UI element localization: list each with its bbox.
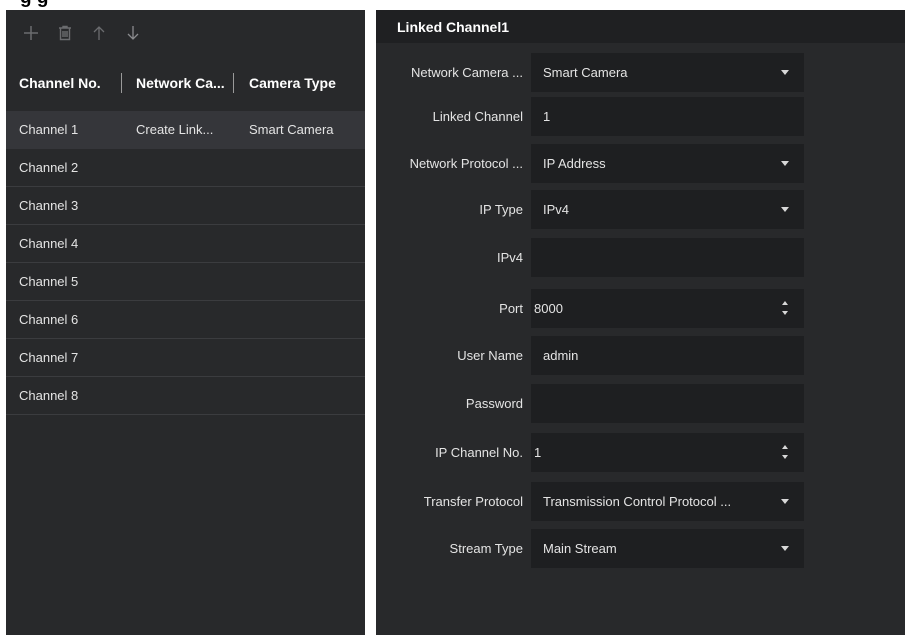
network-camera-label: Network Camera ... [411,65,523,80]
channel-cell: Channel 4 [19,236,79,251]
linked-channel-row: Linked Channel 1 [376,97,905,136]
add-button[interactable] [15,17,47,49]
arrow-up-icon [93,25,105,40]
ip-type-select[interactable]: IPv4 [531,190,804,229]
ip-type-label: IP Type [479,202,523,217]
channel-cell: Channel 3 [19,198,79,213]
table-row[interactable]: Channel 1 Create Link... Smart Camera [6,111,365,149]
ipv4-row: IPv4 [376,238,905,277]
table-row[interactable]: Channel 6 [6,301,365,339]
transfer-protocol-select[interactable]: Transmission Control Protocol ... [531,482,804,521]
chevron-down-icon [781,207,789,212]
stream-type-select[interactable]: Main Stream [531,529,804,568]
plus-icon [24,25,38,40]
linked-channel-panel: Linked Channel1 Network Camera ... Smart… [376,10,905,635]
user-name-input[interactable]: admin [531,336,804,375]
chevron-down-icon [781,546,789,551]
linked-channel-field[interactable]: 1 [531,97,804,136]
transfer-protocol-row: Transfer Protocol Transmission Control P… [376,482,905,521]
channel-table-body: Channel 1 Create Link... Smart Camera Ch… [6,111,365,415]
network-protocol-row: Network Protocol ... IP Address [376,144,905,183]
column-header-channel-no[interactable]: Channel No. [6,71,122,95]
user-name-label: User Name [457,348,523,363]
password-label: Password [465,396,523,411]
toolbar [6,10,365,55]
channel-list-panel: Channel No. Network Ca... Camera Type Ch… [6,10,365,635]
table-row[interactable]: Channel 2 [6,149,365,187]
password-row: Password [376,384,905,423]
camera-type-cell: Smart Camera [249,122,334,137]
network-cell: Create Link... [136,122,214,137]
stream-type-row: Stream Type Main Stream [376,529,905,568]
channel-cell: Channel 7 [19,350,79,365]
arrow-down-icon [127,25,139,40]
table-row[interactable]: Channel 8 [6,377,365,415]
table-header: Channel No. Network Ca... Camera Type [6,55,365,111]
network-camera-row: Network Camera ... Smart Camera [376,53,905,92]
ip-channel-no-label: IP Channel No. [435,445,523,460]
spinner-icon[interactable] [782,445,790,461]
network-protocol-select[interactable]: IP Address [531,144,804,183]
delete-button[interactable] [49,17,81,49]
user-name-row: User Name admin [376,336,905,375]
channel-cell: Channel 8 [19,388,79,403]
cropped-heading-text: g g [20,0,49,9]
chevron-down-icon [781,499,789,504]
ip-type-row: IP Type IPv4 [376,190,905,229]
port-stepper[interactable]: 8000 [531,289,804,328]
table-row[interactable]: Channel 3 [6,187,365,225]
network-protocol-label: Network Protocol ... [409,156,523,171]
chevron-down-icon [781,161,789,166]
port-label: Port [499,301,523,316]
trash-icon [59,25,71,40]
channel-cell: Channel 6 [19,312,79,327]
table-row[interactable]: Channel 4 [6,225,365,263]
move-down-button[interactable] [117,17,149,49]
stream-type-label: Stream Type [449,541,523,556]
channel-cell: Channel 5 [19,274,79,289]
ipv4-input[interactable] [531,238,804,277]
chevron-down-icon [781,70,789,75]
spinner-icon[interactable] [782,301,790,317]
ipv4-label: IPv4 [496,250,523,265]
network-camera-select[interactable]: Smart Camera [531,53,804,92]
move-up-button[interactable] [83,17,115,49]
column-header-camera-type[interactable]: Camera Type [234,71,365,95]
table-row[interactable]: Channel 7 [6,339,365,377]
linked-channel-label: Linked Channel [432,109,523,124]
cropped-heading: g g [0,0,905,10]
transfer-protocol-label: Transfer Protocol [423,494,523,509]
ip-channel-no-stepper[interactable]: 1 [531,433,804,472]
column-header-network-camera[interactable]: Network Ca... [122,71,234,95]
channel-cell: Channel 1 [19,122,79,137]
table-row[interactable]: Channel 5 [6,263,365,301]
password-input[interactable] [531,384,804,423]
panel-title: Linked Channel1 [376,10,905,43]
ip-channel-no-row: IP Channel No. 1 [376,433,905,472]
channel-cell: Channel 2 [19,160,79,175]
port-row: Port 8000 [376,289,905,328]
